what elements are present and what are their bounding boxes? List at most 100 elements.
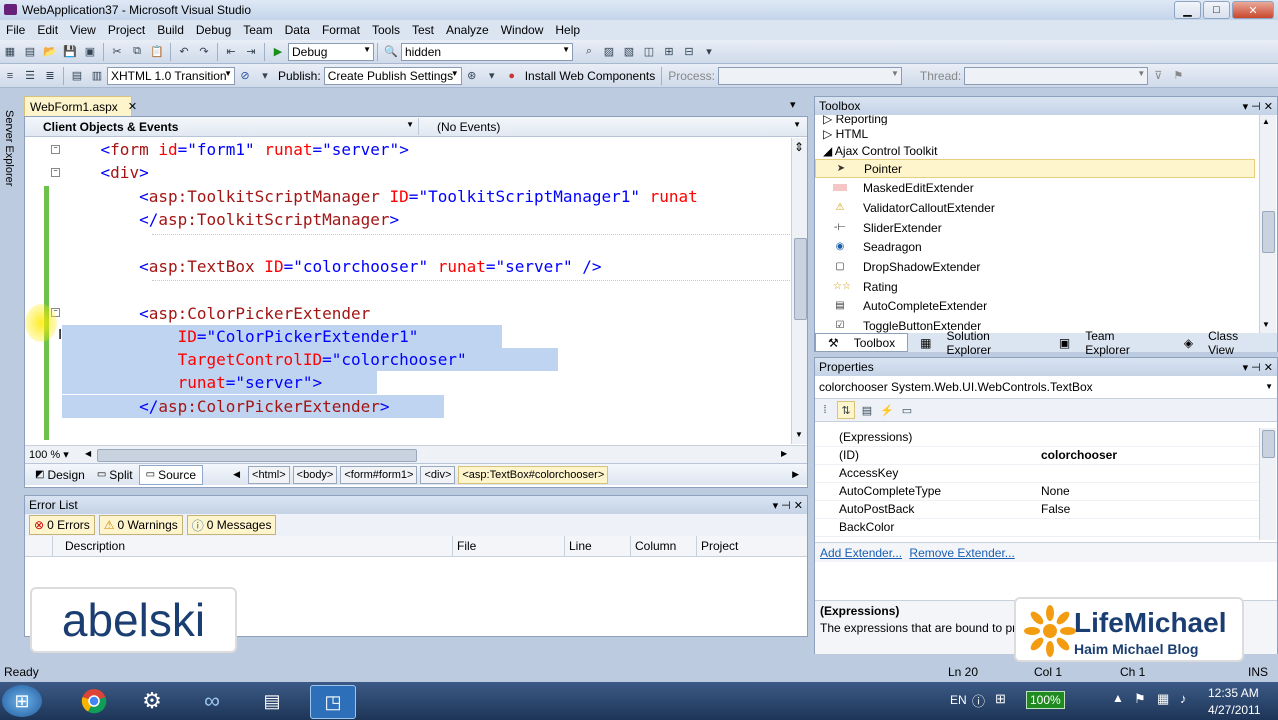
crumb-textbox[interactable]: <asp:TextBox#colorchooser> [458,465,609,484]
navigate-icon[interactable]: ⇤ [223,44,239,60]
menu-help[interactable]: Help [549,23,586,37]
start-page-icon[interactable]: ⊟ [681,44,697,60]
redo-icon[interactable]: ↷ [196,44,212,60]
menu-view[interactable]: View [64,23,102,37]
help-tray-icon[interactable]: ⓘ [972,691,985,710]
col-file[interactable]: File [453,536,565,556]
prop-row-id[interactable]: (ID) colorchooser [815,446,1261,465]
validation-options-icon[interactable]: ▾ [257,68,273,84]
install-web-components-icon[interactable]: ● [504,68,520,84]
editor-horizontal-thumb[interactable] [97,449,417,462]
volume-icon[interactable]: ♪ [1180,691,1187,706]
prop-row-autopostback[interactable]: AutoPostBack False [815,500,1261,519]
col-project[interactable]: Project [697,536,805,556]
events-icon[interactable]: ⚡ [879,402,895,418]
property-pages-icon[interactable]: ▭ [899,402,915,418]
zoom-tray-badge[interactable]: 100% [1026,691,1065,709]
messages-filter-button[interactable]: ⓘ 0 Messages [186,515,277,535]
uncomment-icon[interactable]: ▥ [89,68,105,84]
network-icon[interactable]: ▦ [1157,691,1169,707]
menu-edit[interactable]: Edit [31,23,64,37]
more-icon[interactable]: ▾ [701,44,717,60]
editor-vertical-scrollbar[interactable]: ⇕ ▼ [791,138,807,444]
scroll-left-icon[interactable]: ◀ [85,449,91,458]
action-center-icon[interactable]: ⚑ [1134,691,1146,707]
categorized-icon[interactable]: ⁞ [817,402,833,418]
scroll-down-icon[interactable]: ▼ [795,430,803,439]
crumb-html[interactable]: <html> [248,465,290,484]
alphabetical-icon[interactable]: ⇅ [837,401,855,419]
toolbox-item-dropshadow[interactable]: ▢ DropShadowExtender [815,257,1255,276]
toolbox-icon[interactable]: ⊞ [661,44,677,60]
properties-icon[interactable]: ▧ [621,44,637,60]
scroll-right-icon[interactable]: ▶ [781,449,787,458]
menu-debug[interactable]: Debug [190,23,237,37]
menu-project[interactable]: Project [102,23,151,37]
editor-scroll-thumb[interactable] [794,238,807,320]
properties-scrollbar[interactable] [1259,428,1276,540]
format-icon[interactable]: ≣ [42,68,58,84]
prop-row-backcolor[interactable]: BackColor [815,518,1261,537]
split-view-button[interactable]: ▭ Split [91,466,139,484]
comment-icon[interactable]: ▤ [69,68,85,84]
prop-row-autocompletetype[interactable]: AutoCompleteType None [815,482,1261,501]
add-item-icon[interactable]: ▤ [22,44,38,60]
error-list-window-buttons[interactable]: ▾ ⊣ ✕ [773,499,803,512]
new-project-icon[interactable]: ▦ [2,44,18,60]
document-list-icon[interactable]: ▾ [790,98,796,111]
tab-toolbox[interactable]: ⚒ Toolbox [815,333,909,352]
minimize-button[interactable]: ▁ [1174,1,1201,19]
clock-date[interactable]: 4/27/2011 [1208,703,1261,717]
show-hidden-icons[interactable]: ▲ [1112,691,1124,705]
find-icon[interactable]: ⌕ [581,44,597,60]
collapse-form-icon[interactable]: − [51,145,60,154]
toolbox-scrollbar[interactable]: ▲ ▼ [1259,115,1276,333]
clock-time[interactable]: 12:35 AM [1208,686,1259,700]
process-select[interactable]: ▼ [717,66,902,85]
menu-build[interactable]: Build [151,23,190,37]
zoom-select[interactable]: 100 % ▾ [29,448,69,461]
undo-icon[interactable]: ↶ [176,44,192,60]
publish-web-icon[interactable]: ⊛ [464,68,480,84]
col-column[interactable]: Column [631,536,697,556]
prop-row-expressions[interactable]: (Expressions) [815,428,1261,447]
toolbox-group-ajax[interactable]: ◢ Ajax Control Toolkit [823,142,937,160]
breadcrumb-right-icon[interactable]: ▶ [792,469,799,480]
chrome-taskbar-icon[interactable] [72,685,116,717]
properties-scroll-thumb[interactable] [1262,430,1275,458]
publish-select[interactable]: Create Publish Settings ▼ [323,66,462,85]
language-indicator[interactable]: EN [950,693,967,707]
maximize-button[interactable]: □ [1203,1,1230,19]
tab-team-explorer[interactable]: ▣ Team Explorer [1047,329,1172,357]
steam-taskbar-icon[interactable]: ⚙ [130,685,174,717]
add-extender-link[interactable]: Add Extender... [820,546,902,560]
paste-icon[interactable]: 📋 [149,44,165,60]
toolbox-item-rating[interactable]: ☆☆ Rating [815,277,1255,296]
close-button[interactable]: ✕ [1232,1,1274,19]
menu-data[interactable]: Data [279,23,316,37]
crumb-body[interactable]: <body> [292,465,338,484]
active-window-taskbar-icon[interactable]: ◳ [310,685,356,719]
col-line[interactable]: Line [565,536,631,556]
tray-icon[interactable]: ⊞ [995,691,1006,707]
errors-filter-button[interactable]: ⊗ 0 Errors [29,515,95,535]
toolbox-window-buttons[interactable]: ▾ ⊣ ✕ [1243,100,1273,113]
toolbox-item-maskededit[interactable]: MaskedEditExtender [815,178,1255,197]
menu-analyze[interactable]: Analyze [440,23,495,37]
server-explorer-tab[interactable]: Server Explorer [3,110,15,186]
client-objects-select[interactable]: Client Objects & Events ▼ [29,118,419,135]
filter-icon[interactable]: ⊽ [1150,68,1166,84]
start-debugging-icon[interactable]: ▶ [270,44,286,60]
menu-file[interactable]: File [0,23,31,37]
cut-icon[interactable]: ✂ [109,44,125,60]
save-icon[interactable]: 💾 [62,44,78,60]
events-select[interactable]: (No Events) ▼ [425,118,805,135]
breadcrumb-left-icon[interactable]: ◀ [233,469,240,480]
solution-config-select[interactable]: Debug ▼ [288,42,374,61]
design-view-button[interactable]: ◩ Design [29,466,91,484]
visual-studio-taskbar-icon[interactable]: ∞ [190,685,234,717]
code-area[interactable]: <form id="form1" runat="server"> <div> <… [62,138,790,444]
tab-class-view[interactable]: ◈ Class View [1172,329,1277,357]
crumb-div[interactable]: <div> [420,465,456,484]
properties-object-select[interactable]: colorchooser System.Web.UI.WebControls.T… [815,376,1277,399]
